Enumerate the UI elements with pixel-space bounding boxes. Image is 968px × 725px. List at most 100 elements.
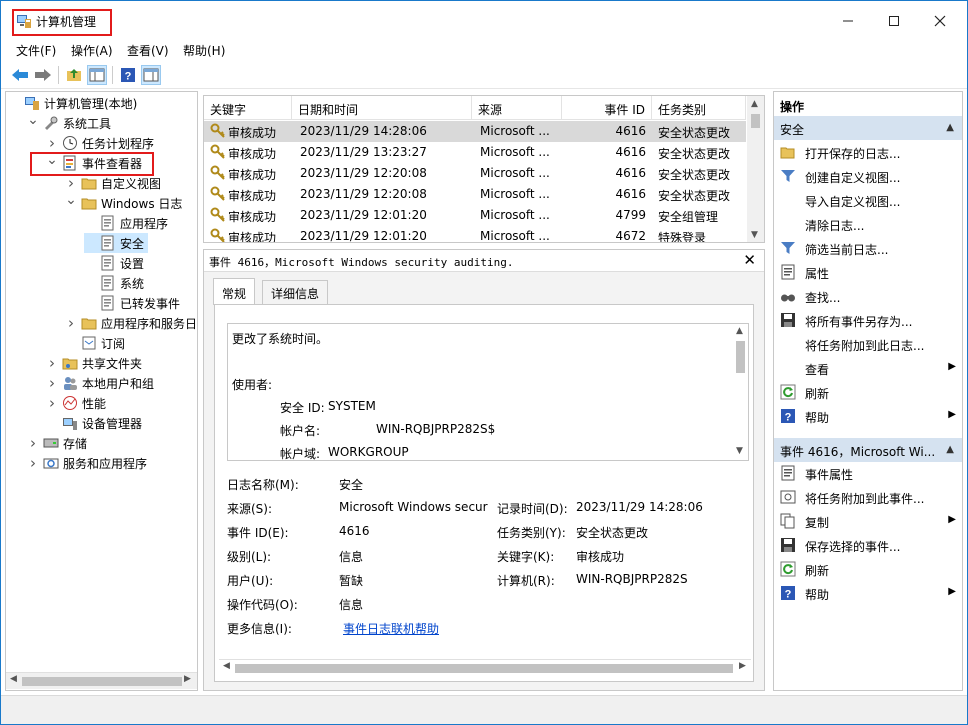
scroll-up-arrow[interactable]: ▲ [736, 326, 743, 336]
tree-node[interactable]: ⌄ 系统工具 [27, 113, 111, 133]
scroll-down-arrow[interactable]: ▼ [751, 230, 758, 240]
action-item[interactable]: 复制 ▶ [774, 510, 962, 533]
collapse-chevron-icon[interactable]: › [46, 394, 58, 412]
menu-help[interactable]: 帮助(H) [183, 42, 225, 59]
collapse-chevron-icon[interactable]: › [46, 134, 58, 152]
action-item[interactable]: 将任务附加到此日志... [774, 333, 962, 356]
tree-node[interactable]: › 自定义视图 [65, 173, 161, 193]
tree-node-label: 本地用户和组 [82, 376, 155, 391]
tree-node[interactable]: › 存储 [27, 433, 87, 453]
scroll-thumb[interactable] [235, 664, 733, 673]
action-item[interactable]: 导入自定义视图... [774, 189, 962, 212]
action-item[interactable]: 事件属性 [774, 462, 962, 485]
tree-node[interactable]: 设置 [84, 253, 144, 273]
action-item[interactable]: 属性 [774, 261, 962, 284]
tree-node[interactable]: 设备管理器 [46, 413, 142, 433]
action-item[interactable]: 将任务附加到此事件... [774, 486, 962, 509]
table-cell: 2023/11/29 12:01:20 [300, 229, 427, 243]
event-list-vertical-scrollbar[interactable]: ▲ ▼ [747, 96, 764, 242]
tree-node[interactable]: 订阅 [65, 333, 125, 353]
maximize-button[interactable] [871, 7, 917, 35]
description-vertical-scrollbar[interactable]: ▲ ▼ [732, 324, 748, 460]
action-item[interactable]: 打开保存的日志... [774, 141, 962, 164]
scroll-down-arrow[interactable]: ▼ [736, 446, 743, 456]
menu-action[interactable]: 操作(A) [71, 42, 113, 59]
close-button[interactable] [917, 7, 963, 35]
scroll-right-arrow[interactable]: ▶ [184, 674, 191, 684]
collapse-chevron-icon[interactable]: › [27, 454, 39, 472]
svg-text:?: ? [125, 71, 132, 83]
tree-node[interactable]: › 共享文件夹 [46, 353, 142, 373]
show-hide-action-pane-button[interactable] [141, 65, 161, 85]
tab-details[interactable]: 详细信息 [262, 280, 329, 304]
action-item-label: 创建自定义视图... [805, 171, 901, 185]
tree-node[interactable]: › 本地用户和组 [46, 373, 154, 393]
collapse-up-icon[interactable]: ▲ [946, 444, 954, 455]
table-row[interactable]: 审核成功 2023/11/29 12:20:08 Microsoft ... 4616… [204, 163, 746, 184]
table-row[interactable]: 审核成功 2023/11/29 12:20:08 Microsoft ... 4616… [204, 184, 746, 205]
title-bar[interactable]: 计算机管理 [1, 1, 967, 39]
table-row[interactable]: 审核成功 2023/11/29 13:23:27 Microsoft ... 4616… [204, 142, 746, 163]
column-header-event-id[interactable]: 事件 ID [562, 96, 652, 120]
close-detail-icon[interactable]: ✕ [743, 251, 756, 269]
action-item[interactable]: 保存选择的事件... [774, 534, 962, 557]
action-item[interactable]: 将所有事件另存为... [774, 309, 962, 332]
tree-node[interactable]: 系统 [84, 273, 144, 293]
up-level-button[interactable] [64, 65, 84, 85]
action-item[interactable]: ? 帮助 ▶ [774, 405, 962, 428]
scroll-up-arrow[interactable]: ▲ [751, 99, 758, 109]
tree-horizontal-scrollbar[interactable]: ◀ ▶ [6, 672, 197, 689]
scroll-left-arrow[interactable]: ◀ [223, 661, 230, 671]
tree-node[interactable]: 应用程序 [84, 213, 168, 233]
event-description-box[interactable]: 更改了系统时间。 使用者: 安全 ID: SYSTEM 帐户名: WIN-RQB… [227, 323, 749, 461]
scroll-thumb[interactable] [751, 114, 760, 128]
back-button[interactable] [10, 65, 30, 85]
tree-node[interactable]: › 任务计划程序 [46, 133, 154, 153]
menu-file[interactable]: 文件(F) [16, 42, 56, 59]
action-item[interactable]: 刷新 [774, 381, 962, 404]
table-row[interactable]: 审核成功 2023/11/29 14:28:06 Microsoft ... 4616… [204, 121, 746, 142]
action-item[interactable]: 筛选当前日志... [774, 237, 962, 260]
table-row[interactable]: 审核成功 2023/11/29 12:01:20 Microsoft ... 4799… [204, 205, 746, 226]
scroll-right-arrow[interactable]: ▶ [739, 661, 746, 671]
column-header-task-category[interactable]: 任务类别 [652, 96, 746, 120]
action-item[interactable]: 清除日志... [774, 213, 962, 236]
scroll-left-arrow[interactable]: ◀ [10, 674, 17, 684]
actions-section-security[interactable]: 安全 ▲ [774, 116, 962, 140]
column-header-source[interactable]: 来源 [472, 96, 562, 120]
collapse-up-icon[interactable]: ▲ [946, 122, 954, 133]
tree-node[interactable]: › 服务和应用程序 [27, 453, 147, 473]
action-item[interactable]: 创建自定义视图... [774, 165, 962, 188]
column-header-datetime[interactable]: 日期和时间 [292, 96, 472, 120]
tree-node[interactable]: 已转发事件 [84, 293, 180, 313]
scroll-thumb[interactable] [22, 677, 182, 686]
scroll-thumb[interactable] [736, 341, 745, 373]
tree-node[interactable]: 安全 [84, 233, 149, 253]
collapse-chevron-icon[interactable]: › [65, 314, 77, 332]
help-toolbar-button[interactable]: ? [118, 65, 138, 85]
tree-node[interactable]: 计算机管理(本地) [8, 93, 137, 113]
collapse-chevron-icon[interactable]: › [46, 374, 58, 392]
action-item[interactable]: ? 帮助 ▶ [774, 582, 962, 605]
tab-general[interactable]: 常规 [213, 278, 256, 305]
action-item[interactable]: 刷新 [774, 558, 962, 581]
action-item[interactable]: 查看 ▶ [774, 357, 962, 380]
table-row[interactable]: 审核成功 2023/11/29 12:01:20 Microsoft ... 4672… [204, 226, 746, 243]
expand-chevron-icon[interactable]: ⌄ [27, 113, 39, 127]
actions-section-event[interactable]: 事件 4616，Microsoft Wi... ▲ [774, 438, 962, 462]
collapse-chevron-icon[interactable]: › [65, 174, 77, 192]
event-log-online-help-link[interactable]: 事件日志联机帮助 [343, 620, 439, 637]
detail-horizontal-scrollbar[interactable]: ◀ ▶ [219, 659, 751, 676]
action-item[interactable]: 查找... [774, 285, 962, 308]
tree-node[interactable]: › 应用程序和服务日志 [65, 313, 197, 333]
tree-node[interactable]: › 性能 [46, 393, 106, 413]
column-header-keywords[interactable]: 关键字 [204, 96, 292, 120]
forward-button[interactable] [33, 65, 53, 85]
tree-node[interactable]: ⌄ Windows 日志 [65, 193, 182, 213]
collapse-chevron-icon[interactable]: › [46, 354, 58, 372]
menu-view[interactable]: 查看(V) [127, 42, 169, 59]
show-hide-tree-button[interactable] [87, 65, 107, 85]
expand-chevron-icon[interactable]: ⌄ [65, 193, 77, 207]
collapse-chevron-icon[interactable]: › [27, 434, 39, 452]
minimize-button[interactable] [825, 7, 871, 35]
